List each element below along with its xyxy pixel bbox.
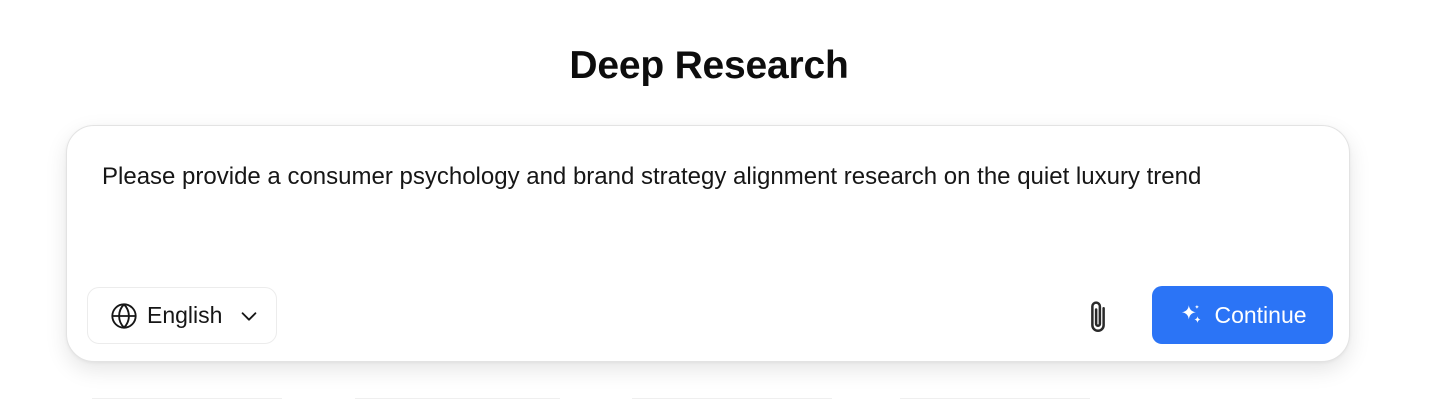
attach-file-button[interactable]	[1080, 297, 1116, 337]
language-selector[interactable]: English	[87, 287, 277, 344]
paperclip-icon	[1083, 298, 1113, 336]
suggestion-card-edge	[632, 398, 832, 404]
suggestion-card-edge	[355, 398, 560, 404]
language-label: English	[147, 302, 223, 328]
sparkle-icon	[1178, 302, 1204, 328]
suggestion-card-edge	[900, 398, 1090, 404]
prompt-input[interactable]: Please provide a consumer psychology and…	[102, 161, 1302, 193]
continue-label: Continue	[1214, 301, 1307, 328]
chevron-down-icon	[238, 305, 260, 327]
prompt-composer: Please provide a consumer psychology and…	[66, 125, 1350, 362]
deep-research-page: Deep Research Please provide a consumer …	[0, 0, 1444, 404]
suggestion-card-edge	[92, 398, 282, 404]
continue-button[interactable]: Continue	[1152, 286, 1333, 344]
globe-icon	[110, 302, 138, 330]
page-title: Deep Research	[569, 44, 849, 87]
